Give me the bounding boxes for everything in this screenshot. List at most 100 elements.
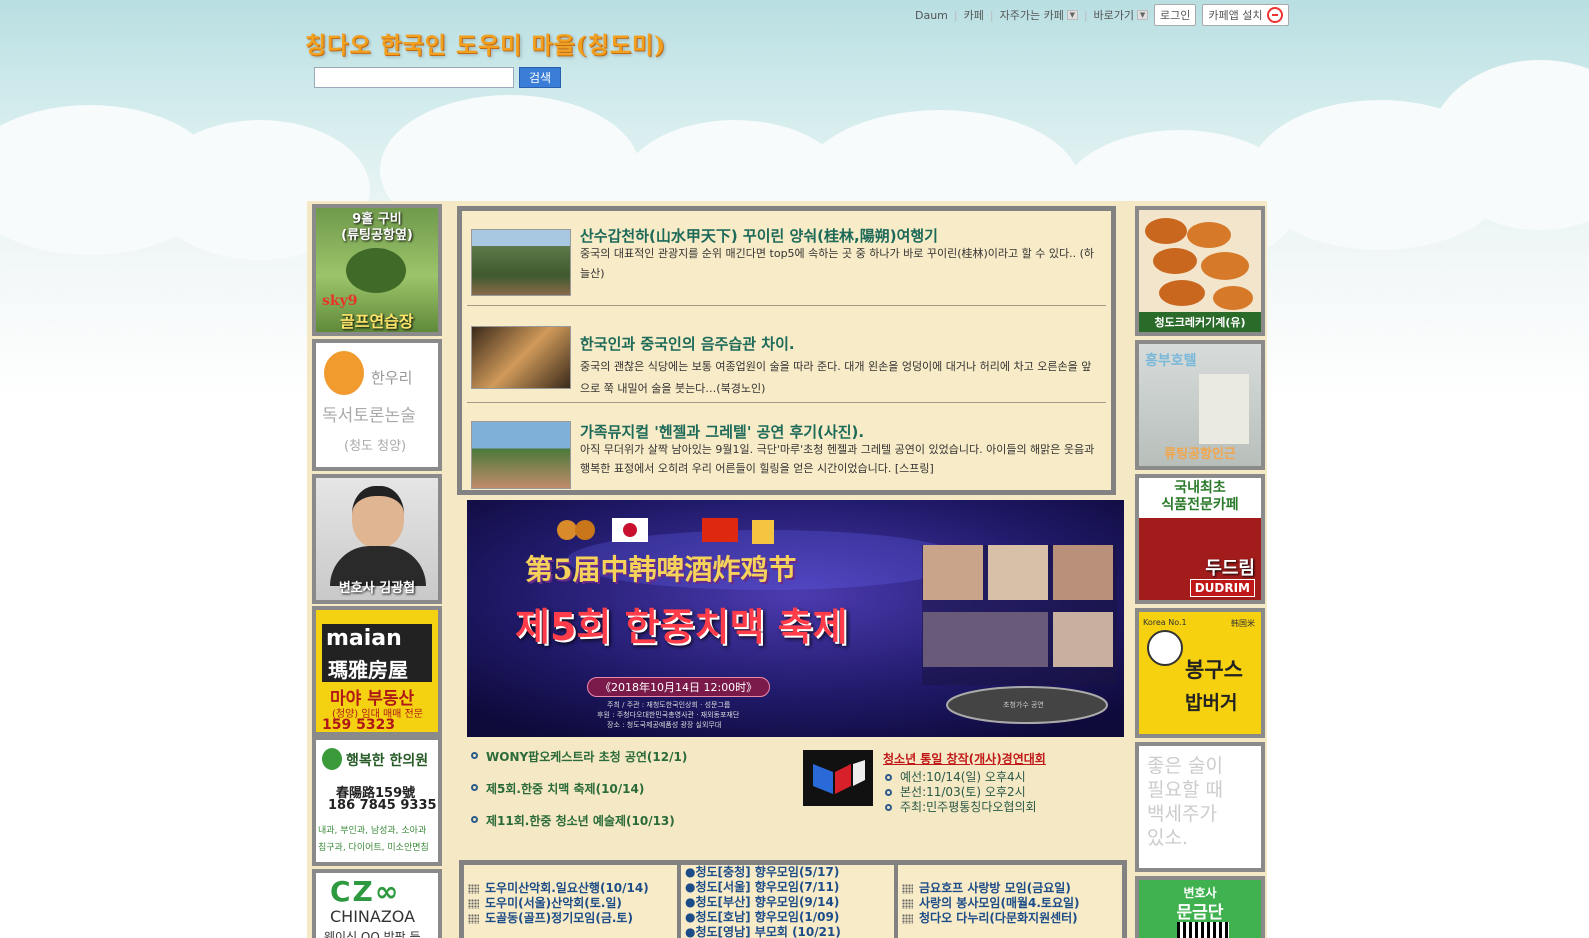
featured-news-box: 산수갑천하(山水甲天下) 꾸이린 양숴(桂林,陽朔)여행기 중국의 대표적인 관… xyxy=(457,206,1116,495)
news-thumbnail[interactable] xyxy=(471,421,571,489)
board-link[interactable]: 도골동(골프)정기모임(금.토) xyxy=(468,911,678,926)
ad-line: Korea No.1 xyxy=(1143,618,1187,627)
board-link[interactable]: 사랑의 봉사모임(매월4.토요일) xyxy=(902,896,1112,911)
event-link[interactable]: WONY팝오케스트라 초청 공연(12/1) xyxy=(471,748,687,780)
search-button[interactable]: 검색 xyxy=(519,67,562,88)
portrait-face xyxy=(352,486,404,548)
circle-bullet-icon xyxy=(885,774,892,781)
divider xyxy=(677,865,681,938)
search-input[interactable] xyxy=(314,67,514,88)
banner-chinese-title: 第5届中韩啤酒炸鸡节 xyxy=(525,553,797,586)
board-column-clubs: 도우미산악회.일요산행(10/14) 도우미(서울)산악회(토.일) 도골동(골… xyxy=(468,881,678,938)
event-link[interactable]: 제5회.한중 치맥 축제(10/14) xyxy=(471,780,687,812)
chevron-down-icon[interactable]: ▼ xyxy=(1137,10,1149,20)
news-description: 중국의 괜찮은 식당에는 보통 여종업원이 술을 따라 준다. 대개 왼손을 엉… xyxy=(580,360,1092,395)
news-item[interactable]: 한국인과 중국인의 음주습관 차이. 중국의 괜찮은 식당에는 보통 여종업원이… xyxy=(467,306,1106,402)
board-link-label: ●청도[부산] 향우모임(9/14) xyxy=(685,895,840,909)
board-link[interactable]: 도우미산악회.일요산행(10/14) xyxy=(468,881,678,896)
board-link[interactable]: 청다오 다누리(다문화지원센터) xyxy=(902,911,1112,926)
event-link[interactable]: 제11회.한중 청소년 예술제(10/13) xyxy=(471,812,687,844)
circle-bullet-icon xyxy=(471,784,478,791)
ad-line: 瑪雅房屋 xyxy=(328,658,408,682)
board-link-label: 금요호프 사랑방 모임(금요일) xyxy=(919,881,1071,895)
board-link[interactable]: 도우미(서울)산악회(토.일) xyxy=(468,896,678,911)
ad-line: 독서토론논술 xyxy=(322,406,416,426)
right-ad-baeksaeju[interactable]: 좋은 술이 필요할 때 백세주가 있소. xyxy=(1135,742,1265,872)
board-link[interactable]: ●청도[영남] 부모회 (10/21) xyxy=(685,925,900,938)
news-item[interactable]: 산수갑천하(山水甲天下) 꾸이린 양숴(桂林,陽朔)여행기 중국의 대표적인 관… xyxy=(467,211,1106,306)
install-app-button[interactable]: 카페앱 설치 xyxy=(1202,4,1289,26)
minus-circle-icon xyxy=(1266,7,1283,23)
left-ad-lawyer-kim[interactable]: 변호사 김광협 xyxy=(312,474,442,604)
left-ad-chinazoa[interactable]: CZ∞ CHINAZOA 웨이신 QQ 방팡 등 xyxy=(312,869,442,938)
banner-date: 《2018年10月14日 12:00时》 xyxy=(587,677,771,697)
login-button[interactable]: 로그인 xyxy=(1154,4,1197,26)
ad-line: 웨이신 QQ 방팡 등 xyxy=(324,930,421,938)
cafe-link[interactable]: 카페 xyxy=(964,7,984,23)
snack-image xyxy=(1213,286,1253,310)
peace-unification-logo[interactable] xyxy=(803,750,873,806)
contest-detail-text: 본선:11/03(토) 오후2시 xyxy=(900,785,1026,799)
logo-graphic xyxy=(803,750,873,806)
circle-bullet-icon xyxy=(471,752,478,759)
ad-line: 문금단 xyxy=(1176,903,1224,923)
news-thumbnail[interactable] xyxy=(471,326,571,389)
right-ad-dudrim[interactable]: 국내최초 식품전문카페 두드림 DUDRIM xyxy=(1135,474,1265,604)
right-ad-qingdao-cracker[interactable]: 청도크레커기계(유) xyxy=(1135,206,1265,336)
right-ad-heungbu-hotel[interactable]: 흥부호텔 류팅공항인근 xyxy=(1135,340,1265,470)
chevron-down-icon[interactable]: ▼ xyxy=(1066,10,1078,20)
ad-line: 청도크레커기계(유) xyxy=(1139,312,1261,332)
right-ad-lawyer-moon[interactable]: 변호사 문금단 xyxy=(1135,876,1265,938)
left-ad-maya-realty[interactable]: maian 瑪雅房屋 마야 부동산 (청양) 임대 매매 전문 159 5323… xyxy=(312,606,442,736)
banner-venue: 장소 : 청도국제공예품성 광장 실외무대 xyxy=(607,721,722,729)
board-divider xyxy=(677,865,681,938)
board-link[interactable]: ●청도[충청] 향우모임(5/17) xyxy=(685,865,900,880)
ad-line: 류팅공항인근 xyxy=(1164,447,1236,462)
ad-line: 골프연습장 xyxy=(340,312,414,331)
board-link[interactable]: ●청도[호남] 향우모임(1/09) xyxy=(685,910,900,925)
daum-link[interactable]: Daum xyxy=(915,9,948,22)
ad-text: 좋은 술이 필요할 때 백세주가 있소. xyxy=(1147,754,1223,850)
window-image xyxy=(1199,374,1249,444)
festival-banner[interactable]: 第5届中韩啤酒炸鸡节 제5회 한중치맥 축제 《2018年10月14日 12:0… xyxy=(467,500,1124,737)
snack-image xyxy=(1201,252,1249,280)
event-link-label: 제5회.한중 치맥 축제(10/14) xyxy=(486,782,645,796)
board-divider xyxy=(894,865,898,938)
shortcut-menu[interactable]: 바로가기 xyxy=(1094,7,1134,23)
banner-support: 후원 : 주청다오대한민국총영사관 · 재외동포재단 xyxy=(597,711,740,719)
news-title[interactable]: 한국인과 중국인의 음주습관 차이. xyxy=(580,333,795,354)
ad-line: 행복한 한의원 xyxy=(346,753,429,769)
left-ad-sky9-golf[interactable]: 9홀 구비 (류팅공항옆) sky9 골프연습장 xyxy=(312,204,442,336)
news-item[interactable]: 가족뮤지컬 '헨젤과 그레텔' 공연 후기(사진). 아직 무더위가 살짝 남아… xyxy=(467,403,1106,493)
ad-line: 침구과, 다이어트, 미소안면침 xyxy=(318,843,429,853)
circle-bullet-icon xyxy=(885,789,892,796)
board-link[interactable]: 금요호프 사랑방 모임(금요일) xyxy=(902,881,1112,896)
ad-line: 밥버거 xyxy=(1185,692,1238,714)
ad-line: (청도 청양) xyxy=(344,439,407,454)
ad-line: 변호사 김광협 xyxy=(338,581,416,596)
right-ad-bongousse[interactable]: Korea No.1 韩国米 봉구스 밥버거 xyxy=(1135,608,1265,738)
ad-line: maian xyxy=(326,626,402,651)
grid-bullet-icon xyxy=(468,913,479,924)
left-ad-hanuri[interactable]: 한우리 독서토론논술 (청도 청양) xyxy=(312,339,442,471)
news-description: 중국의 대표적인 관광지를 순위 매긴다면 top5에 속하는 곳 중 하나가 … xyxy=(580,247,1095,280)
ad-text: 국내최초 식품전문카페 xyxy=(1139,480,1261,514)
ad-line: 흥부호텔 xyxy=(1145,353,1197,369)
board-column-hometown: ●청도[충청] 향우모임(5/17) ●청도[서울] 향우모임(7/11) ●청… xyxy=(685,865,900,938)
snack-image xyxy=(1187,222,1231,248)
contest-title-link[interactable]: 청소년 통일 창작(개사)경연대회 xyxy=(883,750,1046,767)
divider xyxy=(894,865,898,938)
news-title[interactable]: 산수갑천하(山水甲天下) 꾸이린 양숴(桂林,陽朔)여행기 xyxy=(580,225,938,246)
news-thumbnail[interactable] xyxy=(471,229,571,296)
news-title[interactable]: 가족뮤지컬 '헨젤과 그레텔' 공연 후기(사진). xyxy=(580,421,864,442)
board-link[interactable]: ●청도[부산] 향우모임(9/14) xyxy=(685,895,900,910)
separator: | xyxy=(989,8,994,22)
cafe-title[interactable]: 칭다오 한국인 도우미 마을(칭도미) xyxy=(305,26,666,60)
board-link-label: ●청도[충청] 향우모임(5/17) xyxy=(685,865,840,879)
board-link[interactable]: ●청도[서울] 향우모임(7/11) xyxy=(685,880,900,895)
frequent-cafe-menu[interactable]: 자주가는 카페 xyxy=(1000,7,1064,23)
grid-bullet-icon xyxy=(468,898,479,909)
ad-line: CHINAZOA xyxy=(330,907,416,926)
left-ad-happy-clinic[interactable]: 행복한 한의원 春陽路159號 186 7845 9335 내과, 부인과, 남… xyxy=(312,736,442,866)
banner-guest-caption: 초청가수 공연 xyxy=(1003,701,1044,709)
